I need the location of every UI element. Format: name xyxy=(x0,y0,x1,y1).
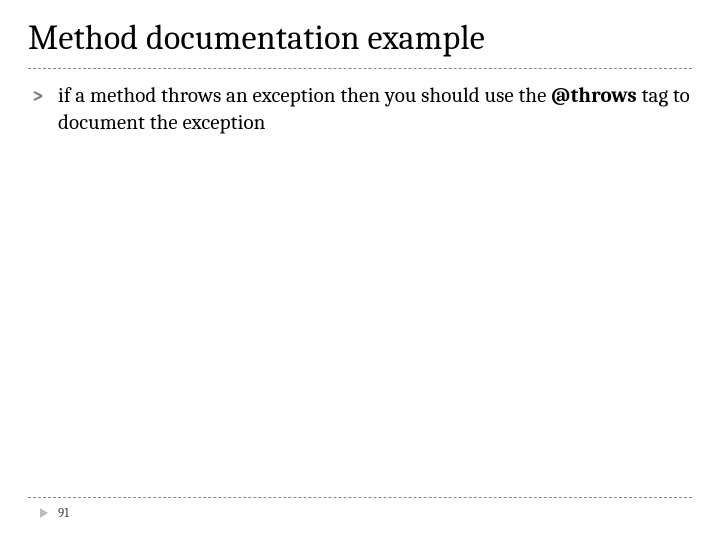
bullet-icon xyxy=(32,89,46,107)
slide: Method documentation example if a method… xyxy=(0,0,720,540)
page-number: 91 xyxy=(58,506,69,521)
title-divider xyxy=(28,68,692,69)
footer-divider xyxy=(28,497,692,498)
bullet-item: if a method throws an exception then you… xyxy=(28,83,692,137)
footer: 91 xyxy=(28,497,692,522)
slide-title: Method documentation example xyxy=(28,18,692,66)
page-indicator: 91 xyxy=(28,504,692,522)
bullet-text: if a method throws an exception then you… xyxy=(58,83,692,137)
bullet-text-pre: if a method throws an exception then you… xyxy=(58,84,551,108)
throws-tag: @throws xyxy=(551,84,637,108)
page-arrow-icon xyxy=(40,504,52,522)
